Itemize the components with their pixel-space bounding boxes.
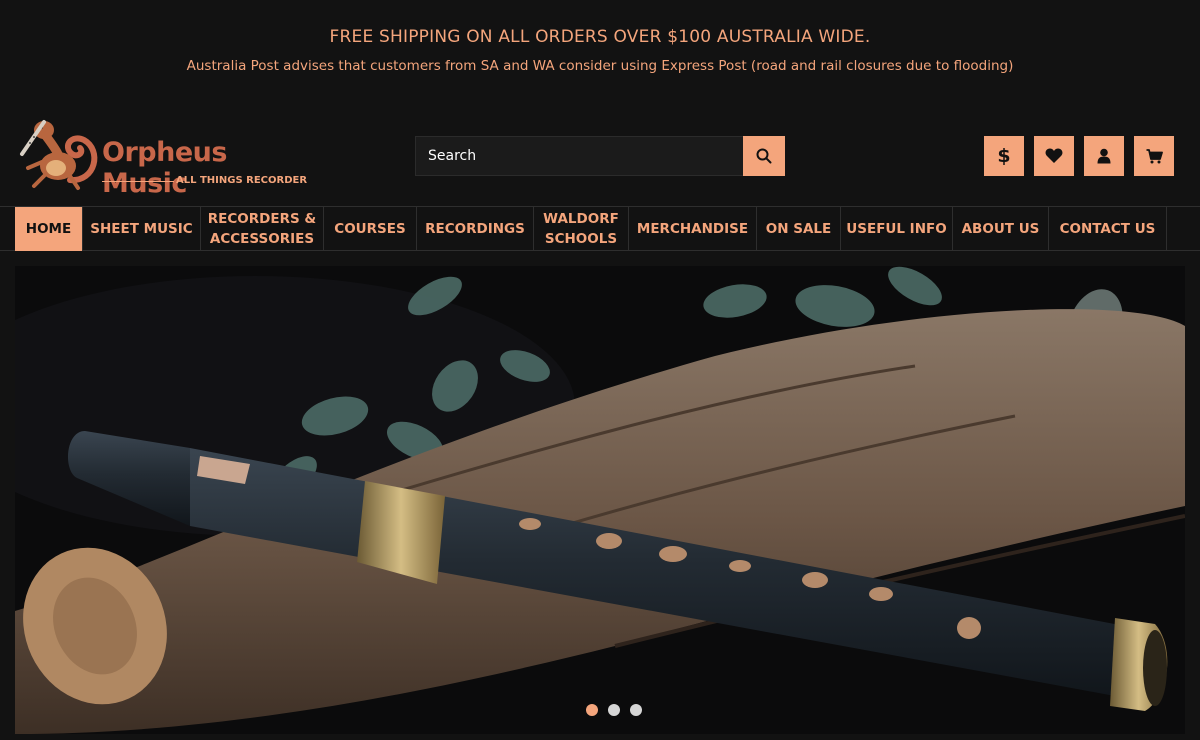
nav-recordings[interactable]: RECORDINGS <box>417 207 534 251</box>
nav-sheet-music[interactable]: SHEET MUSIC <box>83 207 201 251</box>
dollar-icon: $ <box>997 145 1011 167</box>
user-icon <box>1097 148 1111 164</box>
gecko-flute-logo-icon <box>20 120 98 190</box>
nav-waldorf-schools[interactable]: WALDORF SCHOOLS <box>534 207 629 251</box>
slider-dot-3[interactable] <box>630 704 642 716</box>
slider-dots <box>586 704 642 716</box>
announcement-bar: FREE SHIPPING ON ALL ORDERS OVER $100 AU… <box>0 0 1200 100</box>
nav-on-sale[interactable]: ON SALE <box>757 207 841 251</box>
cart-icon <box>1146 148 1163 163</box>
shipping-headline: FREE SHIPPING ON ALL ORDERS OVER $100 AU… <box>329 27 871 47</box>
slider-dot-1[interactable] <box>586 704 598 716</box>
search-icon <box>756 148 772 164</box>
nav-courses[interactable]: COURSES <box>324 207 417 251</box>
nav-home[interactable]: HOME <box>15 207 83 251</box>
search-bar <box>415 136 785 176</box>
nav-contact-us[interactable]: CONTACT US <box>1049 207 1167 251</box>
hero-recorder-image <box>15 266 1185 734</box>
heart-icon <box>1045 148 1063 163</box>
shipping-notice: Australia Post advises that customers fr… <box>186 58 1014 74</box>
currency-button[interactable]: $ <box>984 136 1024 176</box>
wishlist-button[interactable] <box>1034 136 1074 176</box>
site-logo[interactable]: Orpheus Music ALL THINGS RECORDER <box>18 110 308 199</box>
nav-merchandise[interactable]: MERCHANDISE <box>629 207 757 251</box>
hero-slider[interactable] <box>15 266 1185 734</box>
search-button[interactable] <box>743 136 785 176</box>
nav-useful-info[interactable]: USEFUL INFO <box>841 207 953 251</box>
logo-tagline: ALL THINGS RECORDER <box>176 175 308 186</box>
nav-about-us[interactable]: ABOUT US <box>953 207 1049 251</box>
nav-recorders-accessories[interactable]: RECORDERS & ACCESSORIES <box>201 207 324 251</box>
main-nav: HOME SHEET MUSIC RECORDERS & ACCESSORIES… <box>0 206 1200 251</box>
logo-brand-name: Orpheus Music <box>102 137 227 199</box>
logo-tagline-rule <box>102 181 174 182</box>
account-button[interactable] <box>1084 136 1124 176</box>
search-input[interactable] <box>415 136 743 176</box>
cart-button[interactable] <box>1134 136 1174 176</box>
slider-dot-2[interactable] <box>608 704 620 716</box>
